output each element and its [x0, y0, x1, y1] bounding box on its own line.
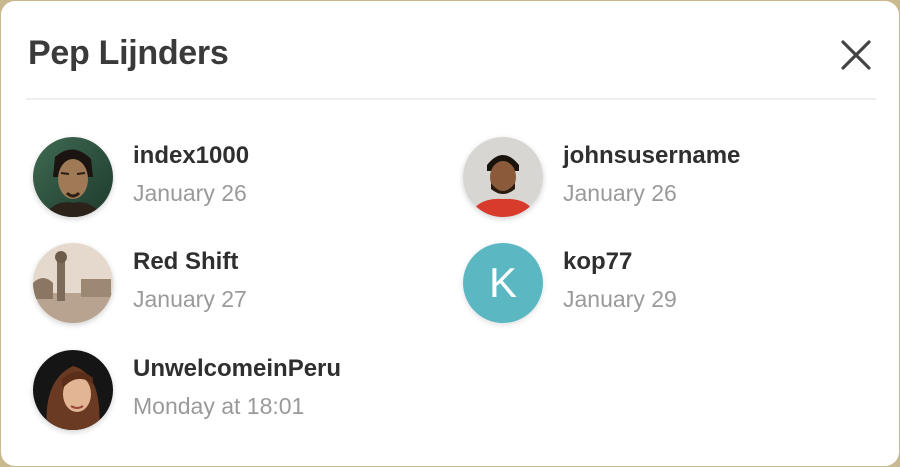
- modal-header: Pep Lijnders: [26, 1, 876, 100]
- close-icon: [841, 40, 871, 70]
- avatar-letter: K: [488, 259, 517, 306]
- reaction-date: January 26: [563, 180, 677, 206]
- user-list-item[interactable]: UnwelcomeinPeru Monday at 18:01: [33, 350, 433, 432]
- avatar[interactable]: [33, 137, 113, 217]
- user-list-item[interactable]: index1000 January 26: [33, 137, 433, 219]
- reaction-date: January 26: [133, 180, 247, 206]
- user-name[interactable]: kop77: [563, 247, 632, 277]
- reaction-date: January 29: [563, 286, 677, 312]
- user-name[interactable]: johnsusername: [563, 141, 740, 171]
- avatar[interactable]: [33, 243, 113, 323]
- avatar[interactable]: [33, 350, 113, 430]
- user-list-item[interactable]: K kop77 January 29: [463, 243, 863, 325]
- modal-title: Pep Lijnders: [28, 34, 229, 72]
- reaction-date: January 27: [133, 286, 247, 312]
- user-list-item[interactable]: johnsusername January 26: [463, 137, 863, 219]
- reactions-modal: Pep Lijnders index1000 January 26 johnsu…: [1, 1, 899, 466]
- reaction-date: Monday at 18:01: [133, 393, 305, 419]
- user-name[interactable]: Red Shift: [133, 247, 238, 277]
- avatar[interactable]: [463, 137, 543, 217]
- user-name[interactable]: index1000: [133, 141, 249, 171]
- user-list-item[interactable]: Red Shift January 27: [33, 243, 433, 325]
- close-button[interactable]: [838, 37, 874, 73]
- avatar[interactable]: K: [463, 243, 543, 323]
- user-name[interactable]: UnwelcomeinPeru: [133, 354, 341, 384]
